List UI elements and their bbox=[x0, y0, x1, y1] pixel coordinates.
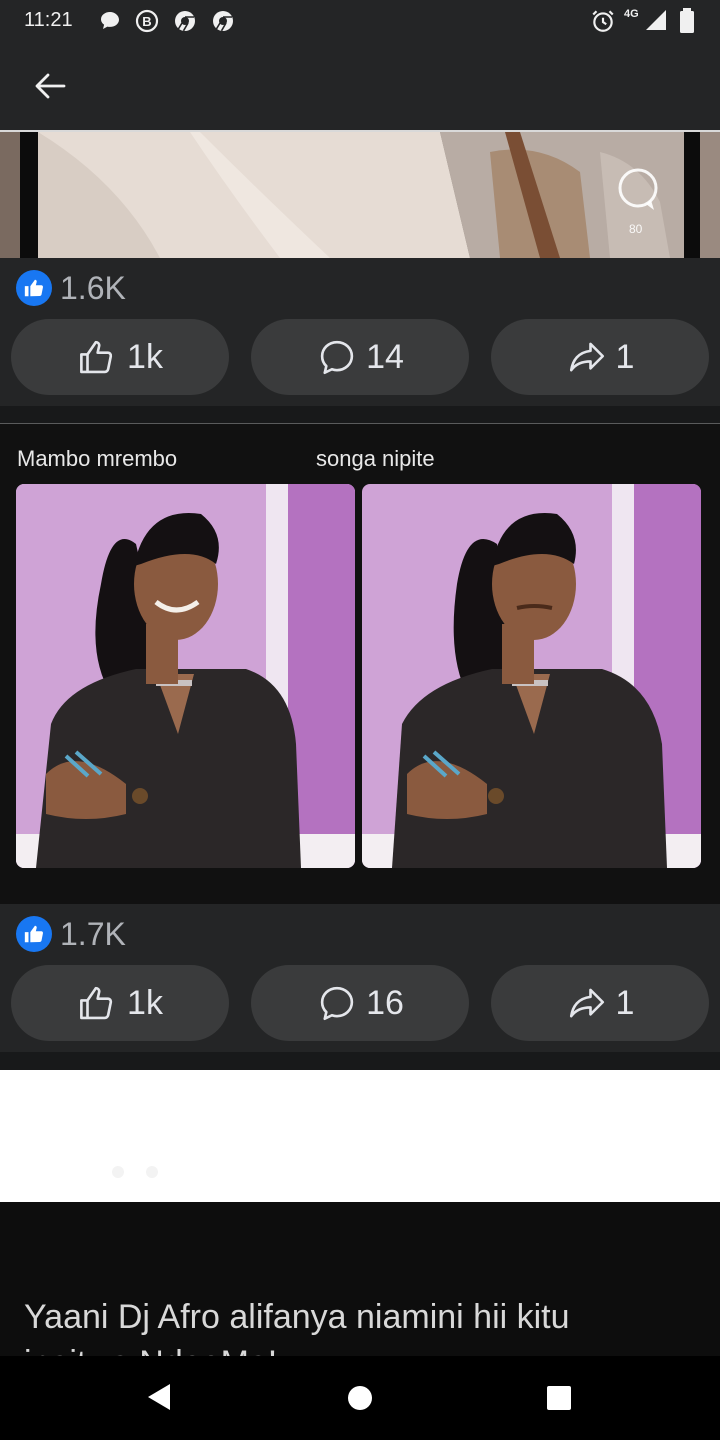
back-triangle-icon[interactable] bbox=[144, 1382, 174, 1412]
post-image-white[interactable] bbox=[0, 1070, 720, 1202]
like-count-label: 1k bbox=[127, 337, 163, 376]
like-button[interactable]: 1k bbox=[11, 965, 229, 1041]
b-circle-icon: B bbox=[135, 9, 159, 33]
reaction-summary[interactable]: 1.7K bbox=[0, 904, 720, 960]
embedded-comment-count: 80 bbox=[629, 222, 643, 236]
svg-text:B: B bbox=[142, 14, 151, 29]
post-text-image[interactable]: Yaani Dj Afro alifanya niamini hii kitu … bbox=[0, 1202, 720, 1356]
reaction-count: 1.7K bbox=[60, 916, 126, 952]
loading-dot-icon bbox=[112, 1166, 124, 1178]
meme-caption-right: songa nipite bbox=[316, 446, 435, 471]
status-bar: 11:21 B 4G bbox=[0, 0, 720, 42]
top-bar bbox=[0, 42, 720, 132]
post-text-line: Yaani Dj Afro alifanya niamini hii kitu bbox=[24, 1298, 570, 1336]
meme-caption-left: Mambo mrembo bbox=[17, 446, 178, 471]
share-count-label: 1 bbox=[615, 337, 635, 376]
like-button[interactable]: 1k bbox=[11, 319, 229, 395]
share-button[interactable]: 1 bbox=[491, 965, 709, 1041]
meme-panel-left bbox=[16, 484, 355, 868]
post-separator bbox=[0, 406, 720, 424]
loading-dot-icon bbox=[146, 1166, 158, 1178]
post-image[interactable]: 80 bbox=[0, 132, 720, 258]
battery-icon bbox=[680, 8, 694, 33]
share-count-label: 1 bbox=[615, 983, 635, 1022]
like-badge-icon bbox=[16, 270, 52, 306]
signal-icon bbox=[646, 10, 666, 30]
post-image-graphic bbox=[0, 132, 720, 258]
post-text-line: inaitwa NdeeMa! bbox=[24, 1344, 277, 1356]
share-arrow-icon bbox=[569, 342, 604, 372]
thumbs-up-icon bbox=[80, 340, 113, 374]
comment-button[interactable]: 14 bbox=[251, 319, 469, 395]
like-count-label: 1k bbox=[127, 983, 163, 1022]
share-arrow-icon bbox=[569, 988, 604, 1018]
comment-button[interactable]: 16 bbox=[251, 965, 469, 1041]
meme-panel-right bbox=[362, 484, 701, 868]
post-separator bbox=[0, 1052, 720, 1070]
chrome-icon bbox=[213, 11, 233, 32]
reaction-count: 1.6K bbox=[60, 270, 126, 306]
network-label: 4G bbox=[624, 8, 639, 20]
like-badge-icon bbox=[16, 916, 52, 952]
home-circle-icon[interactable] bbox=[346, 1384, 374, 1412]
thumbs-up-icon bbox=[80, 986, 113, 1020]
back-arrow-icon[interactable] bbox=[30, 68, 70, 104]
comment-bubble-icon bbox=[320, 340, 354, 375]
share-button[interactable]: 1 bbox=[491, 319, 709, 395]
comment-count-label: 14 bbox=[366, 337, 404, 376]
chrome-icon bbox=[175, 11, 195, 32]
chat-bubble-icon bbox=[101, 12, 119, 29]
system-nav-bar bbox=[0, 1356, 720, 1440]
alarm-icon bbox=[592, 10, 614, 32]
reaction-summary[interactable]: 1.6K bbox=[0, 258, 720, 314]
comment-bubble-icon bbox=[320, 986, 354, 1021]
meme-image[interactable]: Mambo mrembo songa nipite bbox=[0, 424, 720, 904]
status-time: 11:21 bbox=[24, 9, 73, 31]
comment-count-label: 16 bbox=[366, 983, 404, 1022]
recents-square-icon[interactable] bbox=[546, 1385, 572, 1411]
